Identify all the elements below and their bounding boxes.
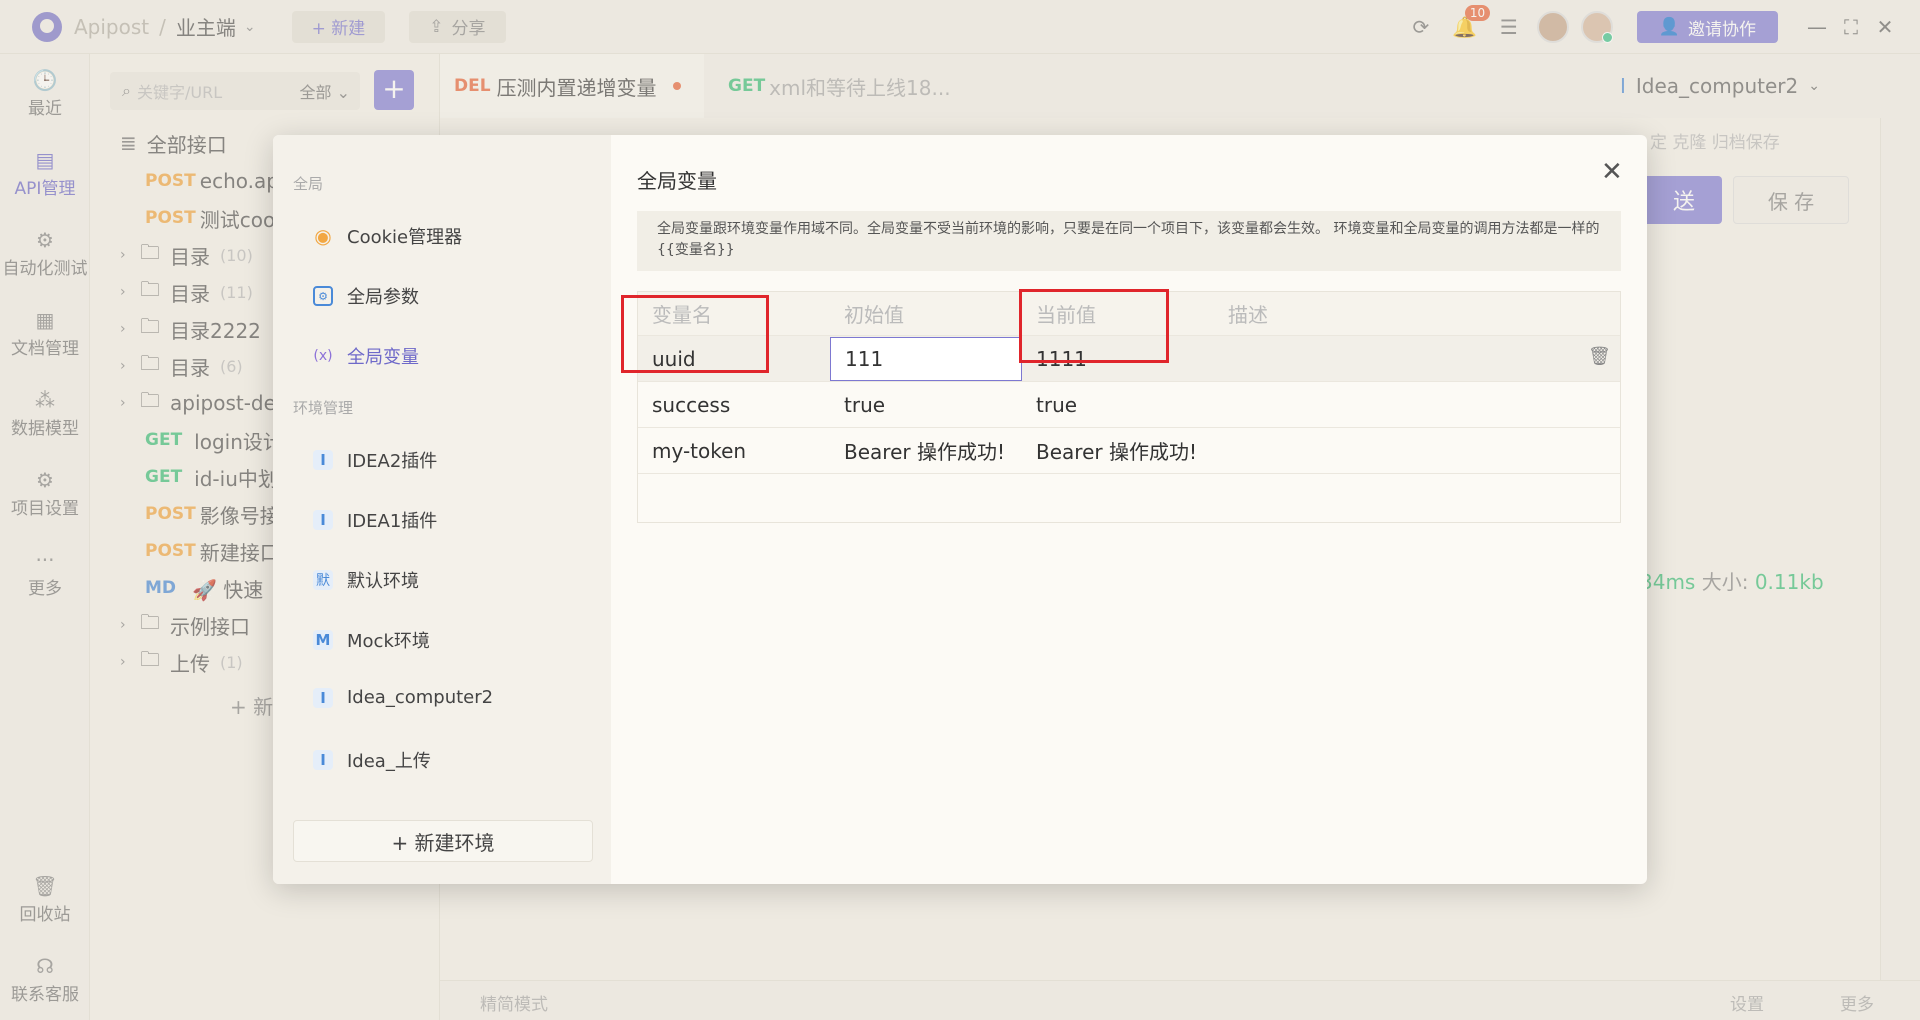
sidebar-item-env[interactable]: M Mock环境 [313,627,430,653]
sidebar-item-cookie[interactable]: ◉ Cookie管理器 [313,223,462,249]
table-row: my-token Bearer 操作成功! Bearer 操作成功! [638,428,1620,474]
initial-value-field[interactable]: true [844,382,885,427]
variable-icon: (x) [313,348,333,364]
env-badge-icon: I [313,687,333,708]
sidebar-item-env[interactable]: I IDEA2插件 [313,447,437,473]
env-badge-icon: M [313,630,333,650]
sidebar-item-label: IDEA2插件 [347,451,438,472]
sidebar-item-global-params[interactable]: ⚙ 全局参数 [313,283,419,309]
column-header: 初始值 [844,303,904,327]
current-value-field[interactable]: Bearer 操作成功! [1036,428,1197,473]
sidebar-item-label: 全局变量 [347,347,419,368]
dialog-title: 全局变量 [637,169,717,193]
sidebar-item-label: 默认环境 [347,571,419,592]
notice-text: 全局变量跟环境变量作用域不同。全局变量不受当前环境的影响，只要是在同一个项目下，… [637,211,1621,271]
sidebar-item-label: Idea_上传 [347,751,431,772]
sidebar-item-global-variables[interactable]: (x) 全局变量 [313,343,419,369]
new-environment-button[interactable]: + 新建环境 [293,820,593,862]
highlight-box-current-value [1019,289,1169,363]
env-badge-icon: I [313,510,333,530]
sidebar-item-label: 全局参数 [347,287,419,308]
global-variables-dialog: 全局 ◉ Cookie管理器 ⚙ 全局参数 (x) 全局变量 环境管理 I IDEA2插… [273,135,1647,884]
highlight-box-variable-name [621,295,769,373]
section-env-title: 环境管理 [293,399,354,417]
dialog-sidebar: 全局 ◉ Cookie管理器 ⚙ 全局参数 (x) 全局变量 环境管理 I IDEA2插… [273,135,611,884]
sidebar-item-env[interactable]: 默默认环境 [313,567,419,593]
sidebar-item-label: Idea_computer2 [347,687,494,708]
global-param-icon: ⚙ [313,286,333,306]
variable-name-field[interactable]: my-token [652,428,746,473]
sidebar-item-label: IDEA1插件 [347,511,438,532]
sidebar-item-env[interactable]: I IDEA1插件 [313,507,437,533]
column-header: 描述 [1228,303,1268,327]
sidebar-item-label: Mock环境 [347,631,430,652]
table-row: success true true [638,382,1620,428]
env-badge-icon: I [313,750,333,770]
initial-value-field[interactable]: Bearer 操作成功! [844,428,1005,473]
variable-name-field[interactable]: success [652,382,730,427]
current-value-field[interactable]: true [1036,382,1077,427]
env-badge-icon: 默 [313,570,333,590]
dialog-content: 全局变量 ✕ 全局变量跟环境变量作用域不同。全局变量不受当前环境的影响，只要是在… [611,135,1647,884]
cookie-icon: ◉ [314,224,332,248]
sidebar-item-env[interactable]: I Idea_computer2 [313,687,493,708]
section-global-title: 全局 [293,175,324,193]
sidebar-item-label: Cookie管理器 [347,227,463,248]
delete-row-icon[interactable]: 🗑 [1588,346,1611,367]
sidebar-item-env[interactable]: I Idea_上传 [313,747,431,773]
initial-value-input[interactable]: 111 [830,337,1022,381]
env-badge-icon: I [313,450,333,470]
close-icon[interactable]: ✕ [1601,157,1623,187]
table-row-empty[interactable] [638,474,1620,520]
